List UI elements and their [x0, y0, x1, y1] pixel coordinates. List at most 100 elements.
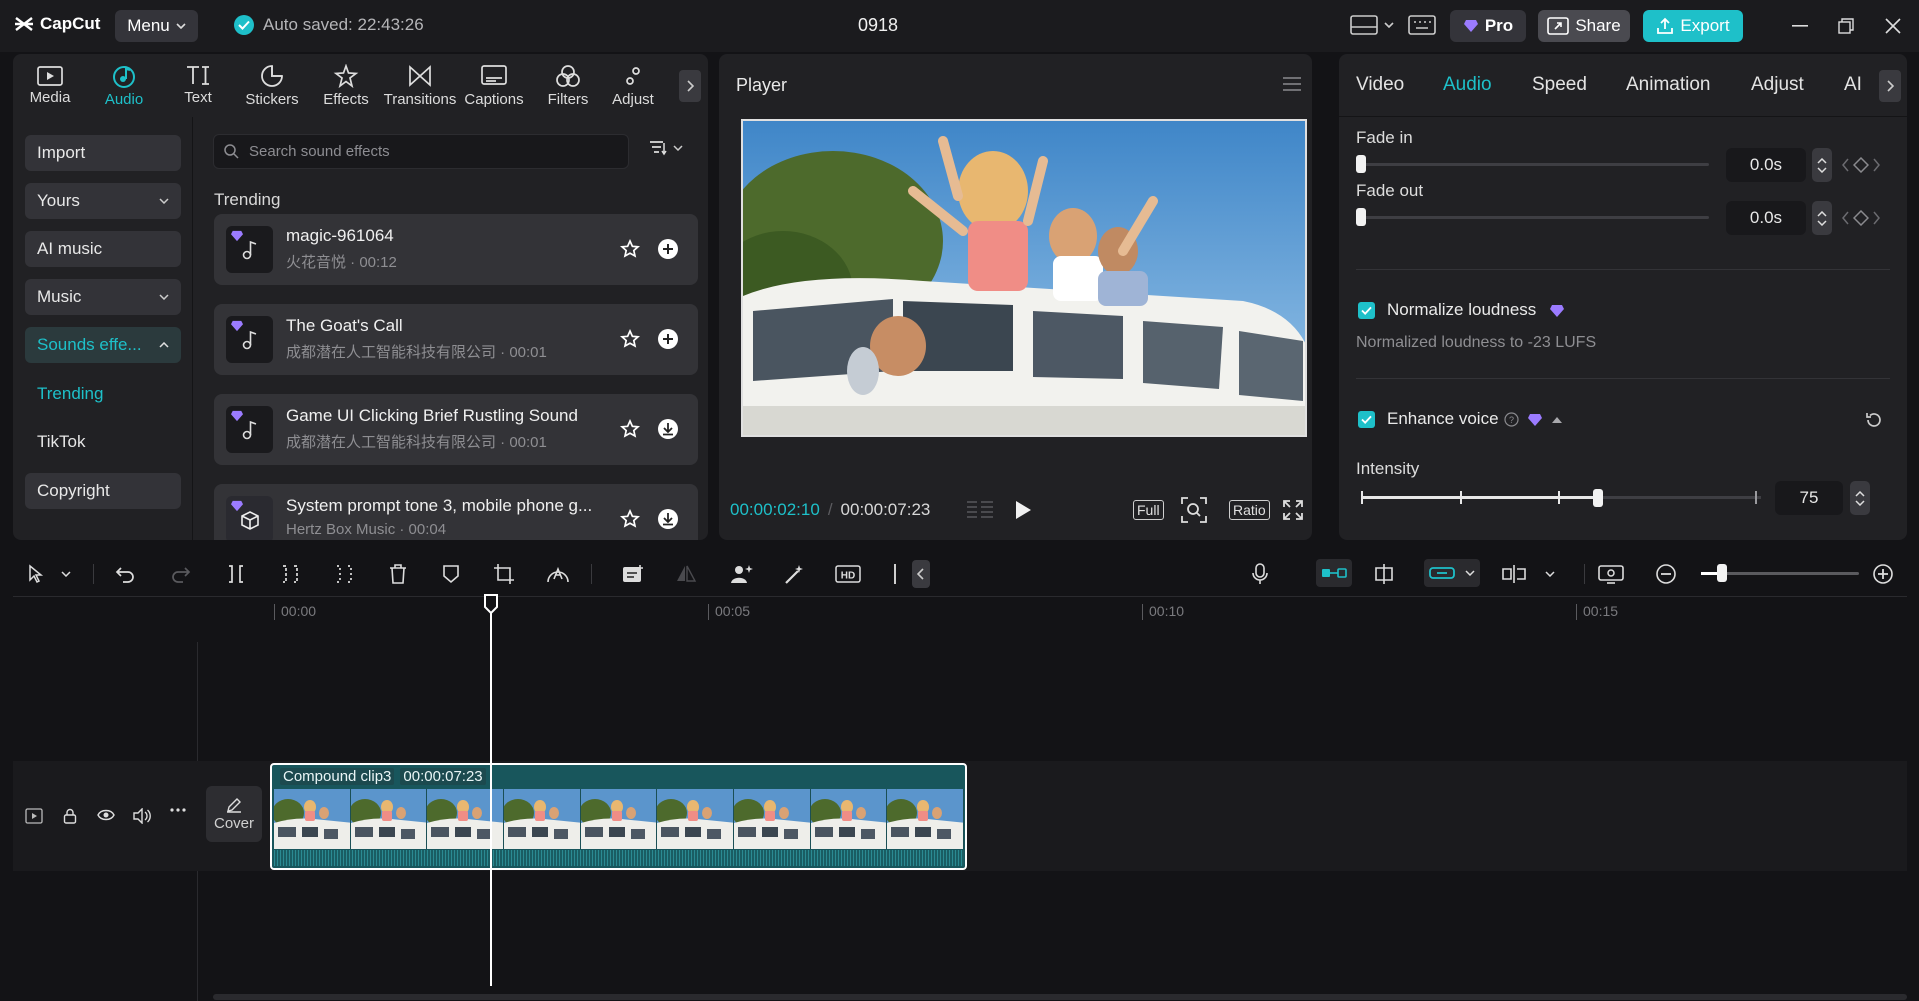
video-preview[interactable] — [741, 119, 1307, 437]
fade-in-keyframe-nav[interactable] — [1842, 157, 1880, 173]
hd-button[interactable]: HD — [835, 561, 861, 587]
fade-in-input[interactable]: 0.0s — [1726, 148, 1806, 182]
redo-button[interactable] — [168, 561, 194, 587]
add-button[interactable] — [657, 328, 679, 350]
playhead[interactable] — [484, 594, 498, 986]
tab-effects[interactable]: Effects — [309, 54, 383, 117]
player-menu-button[interactable] — [1282, 76, 1302, 92]
snap-button[interactable] — [1371, 561, 1397, 587]
sound-item[interactable]: System prompt tone 3, mobile phone g... … — [214, 484, 698, 540]
export-button[interactable]: Export — [1643, 10, 1743, 42]
marker-button[interactable] — [438, 561, 464, 587]
select-tool-button[interactable] — [23, 561, 49, 587]
shortcuts-button[interactable] — [1408, 15, 1436, 35]
favorite-button[interactable] — [619, 238, 641, 260]
nav-yours[interactable]: Yours — [25, 183, 181, 219]
fade-out-slider-thumb[interactable] — [1356, 208, 1366, 226]
fade-out-input[interactable]: 0.0s — [1726, 201, 1806, 235]
mirror-button[interactable] — [673, 561, 699, 587]
tab-captions[interactable]: Captions — [457, 54, 531, 117]
nav-copyright[interactable]: Copyright — [25, 473, 181, 509]
intensity-input[interactable]: 75 — [1775, 481, 1843, 515]
tab-ai[interactable]: AI — [1844, 74, 1862, 96]
fullscreen-button[interactable] — [1282, 496, 1304, 524]
sound-item[interactable]: Game UI Clicking Brief Rustling Sound 成都… — [214, 394, 698, 465]
timeline-view-button[interactable] — [965, 496, 995, 524]
nav-music[interactable]: Music — [25, 279, 181, 315]
download-button[interactable] — [657, 418, 679, 440]
enhance-voice-checkbox[interactable] — [1358, 411, 1375, 428]
tab-transitions[interactable]: Transitions — [383, 54, 457, 117]
mute-track-button[interactable] — [133, 808, 151, 824]
main-track-magnet-button[interactable] — [1316, 559, 1352, 587]
nav-tiktok[interactable]: TikTok — [37, 432, 86, 452]
cover-button[interactable]: Cover — [206, 786, 262, 842]
zoom-slider-thumb[interactable] — [1717, 564, 1727, 582]
fade-out-slider[interactable] — [1359, 216, 1709, 219]
fade-out-keyframe-nav[interactable] — [1842, 210, 1880, 226]
fade-in-stepper[interactable] — [1812, 148, 1832, 182]
fade-in-slider-thumb[interactable] — [1356, 155, 1366, 173]
select-tool-dropdown[interactable] — [59, 561, 73, 587]
tab-audio[interactable]: Audio — [87, 54, 161, 117]
restore-button[interactable] — [1832, 14, 1860, 38]
sound-item[interactable]: The Goat's Call 成都潜在人工智能科技有限公司 · 00:01 — [214, 304, 698, 375]
download-button[interactable] — [657, 508, 679, 530]
sound-item[interactable]: magic-961064 火花音悦 · 00:12 — [214, 214, 698, 285]
full-quality-button[interactable]: Full — [1133, 496, 1164, 524]
preview-axis-button[interactable] — [1501, 561, 1555, 587]
favorite-button[interactable] — [619, 418, 641, 440]
menu-button[interactable]: Menu — [115, 10, 198, 42]
nav-trending[interactable]: Trending — [37, 384, 103, 404]
tab-animation[interactable]: Animation — [1626, 74, 1711, 96]
zoom-fit-button[interactable] — [1181, 496, 1207, 524]
crop-button[interactable] — [491, 561, 517, 587]
tab-stickers[interactable]: Stickers — [235, 54, 309, 117]
tab-text[interactable]: Text — [161, 54, 235, 117]
tab-filters[interactable]: Filters — [531, 54, 605, 117]
play-button[interactable] — [1014, 496, 1032, 524]
tabs-scroll-right-button[interactable] — [679, 70, 701, 102]
share-button[interactable]: Share — [1538, 10, 1630, 42]
undo-button[interactable] — [112, 561, 138, 587]
delete-right-button[interactable] — [331, 561, 357, 587]
nav-sound-effects[interactable]: Sounds effe... — [25, 327, 181, 363]
toolbar-collapse-button[interactable] — [912, 560, 930, 588]
filter-button[interactable] — [649, 140, 683, 156]
intensity-slider-thumb[interactable] — [1593, 489, 1604, 507]
timeline-horizontal-scrollbar[interactable] — [213, 994, 1907, 1000]
intensity-stepper[interactable] — [1850, 481, 1870, 515]
hide-track-button[interactable] — [97, 808, 115, 822]
tab-media[interactable]: Media — [13, 54, 87, 117]
delete-button[interactable] — [385, 561, 411, 587]
auto-reframe-button[interactable] — [728, 561, 754, 587]
speed-curve-button[interactable] — [545, 561, 571, 587]
import-button[interactable]: Import — [25, 135, 181, 171]
preview-zoom-button[interactable] — [1598, 561, 1624, 587]
ratio-button[interactable]: Ratio — [1229, 496, 1270, 524]
playhead-handle-icon[interactable] — [483, 594, 499, 614]
reset-icon[interactable] — [1864, 410, 1884, 430]
tab-video[interactable]: Video — [1356, 74, 1404, 96]
fade-in-slider[interactable] — [1359, 163, 1709, 166]
tab-adjust[interactable]: Adjust — [1751, 74, 1804, 96]
favorite-button[interactable] — [619, 328, 641, 350]
add-button[interactable] — [657, 238, 679, 260]
intensity-slider[interactable] — [1361, 488, 1761, 508]
track-more-button[interactable] — [170, 808, 186, 812]
zoom-in-button[interactable] — [1870, 561, 1896, 587]
pro-button[interactable]: Pro — [1450, 10, 1526, 42]
help-icon[interactable]: ? — [1504, 412, 1519, 427]
add-text-button[interactable] — [620, 561, 646, 587]
record-audio-button[interactable] — [1247, 561, 1273, 587]
close-button[interactable] — [1879, 14, 1907, 38]
inspector-tabs-scroll-button[interactable] — [1879, 70, 1901, 102]
layout-switch-button[interactable] — [1350, 15, 1394, 35]
split-button[interactable] — [223, 561, 249, 587]
tab-speed[interactable]: Speed — [1532, 74, 1587, 96]
delete-left-button[interactable] — [277, 561, 303, 587]
lock-track-button[interactable] — [63, 808, 77, 824]
tab-adjust[interactable]: Adjust — [605, 54, 661, 117]
compound-clip[interactable]: Compound clip3 00:00:07:23 — [270, 763, 967, 870]
nav-ai-music[interactable]: AI music — [25, 231, 181, 267]
